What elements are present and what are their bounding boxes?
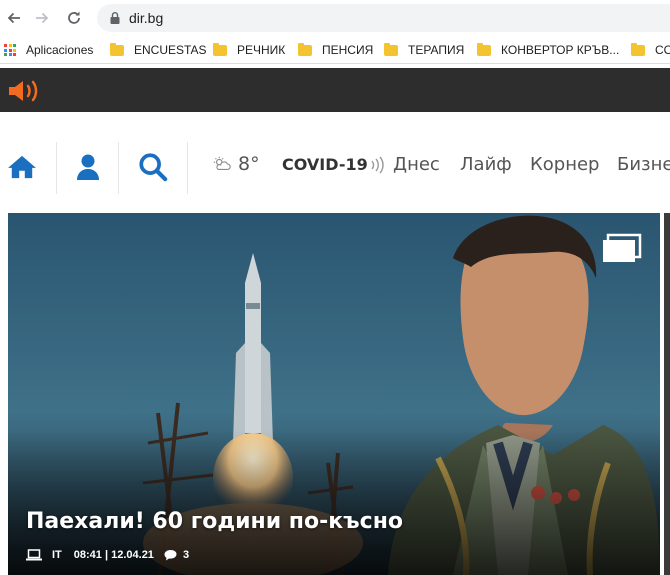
divider (118, 142, 119, 194)
menu-item-dnes[interactable]: Днес (393, 154, 440, 175)
folder-icon (213, 42, 227, 56)
reload-icon (68, 11, 80, 24)
bookmark-label: Aplicaciones (26, 43, 94, 57)
apps-grid-icon (4, 44, 16, 56)
search-icon (139, 153, 168, 182)
signal-waves-icon (371, 156, 384, 173)
forward-button[interactable] (30, 6, 54, 30)
home-icon (8, 155, 36, 179)
reload-button[interactable] (62, 6, 86, 30)
divider (187, 142, 188, 194)
bookmark-pensiya[interactable]: ПЕНСИЯ (298, 41, 373, 59)
url-text: dir.bg (129, 10, 164, 26)
arrow-right-icon (36, 12, 49, 24)
bookmark-terapiya[interactable]: ТЕРАПИЯ (384, 41, 464, 59)
address-bar[interactable]: dir.bg (97, 4, 670, 32)
speaker-icon[interactable] (7, 78, 41, 104)
user-button[interactable] (74, 150, 102, 184)
bookmark-label: ПЕНСИЯ (322, 43, 374, 57)
hero-article[interactable]: Паехали! 60 години по-късно IT 08:41 | 1… (8, 213, 660, 575)
hero-title[interactable]: Паехали! 60 години по-късно (26, 509, 403, 534)
bookmark-label: ТЕРАПИЯ (408, 43, 465, 57)
menu-item-korner[interactable]: Корнер (530, 154, 600, 175)
site-navigation: 8° COVID-19 Днес Лайф Корнер Бизнес (0, 112, 670, 212)
bookmark-co[interactable]: CO (631, 41, 670, 59)
user-icon (77, 154, 99, 180)
next-card-edge (660, 213, 670, 575)
bookmark-label: РЕЧНИК (237, 43, 286, 57)
bookmark-label: CO (655, 43, 670, 57)
site-top-bar (0, 68, 670, 112)
divider (56, 142, 57, 194)
folder-icon (384, 42, 398, 56)
laptop-icon (26, 549, 42, 561)
lock-icon (110, 12, 120, 24)
bookmark-label: ENCUESTAS (134, 43, 207, 57)
bookmark-apps[interactable]: Aplicaciones (4, 41, 93, 59)
back-button[interactable] (2, 6, 26, 30)
folder-icon (298, 42, 312, 56)
covid-label: COVID-19 (282, 155, 368, 174)
hero-comment-count[interactable]: 3 (183, 549, 189, 561)
folder-icon (110, 42, 124, 56)
hero-category[interactable]: IT (52, 549, 62, 561)
bookmark-label: КОНВЕРТОР КРЪВ... (501, 43, 620, 57)
bookmark-rechnik[interactable]: РЕЧНИК (213, 41, 285, 59)
hero-datetime: 08:41 | 12.04.21 (73, 549, 154, 561)
bookmark-encuestas[interactable]: ENCUESTAS (110, 41, 206, 59)
covid-link[interactable]: COVID-19 (282, 155, 385, 174)
folder-icon (477, 42, 491, 56)
arrow-left-icon (7, 12, 20, 24)
next-card-preview[interactable] (664, 213, 670, 575)
home-button[interactable] (6, 150, 38, 184)
hero-meta: IT 08:41 | 12.04.21 3 (26, 549, 189, 561)
comment-icon (164, 550, 177, 561)
menu-item-biznes[interactable]: Бизнес (617, 154, 670, 175)
cloud-sun-icon (213, 156, 231, 170)
weather-temp: 8° (238, 153, 260, 175)
bookmark-konvertor[interactable]: КОНВЕРТОР КРЪВ... (477, 41, 619, 59)
search-button[interactable] (136, 150, 170, 184)
gallery-icon (603, 233, 642, 262)
weather-widget[interactable]: 8° (212, 153, 260, 175)
folder-icon (631, 42, 645, 56)
browser-toolbar: dir.bg (0, 0, 670, 36)
bookmarks-bar: Aplicaciones ENCUESTAS РЕЧНИК ПЕНСИЯ ТЕР… (0, 36, 670, 64)
menu-item-layf[interactable]: Лайф (460, 154, 512, 175)
